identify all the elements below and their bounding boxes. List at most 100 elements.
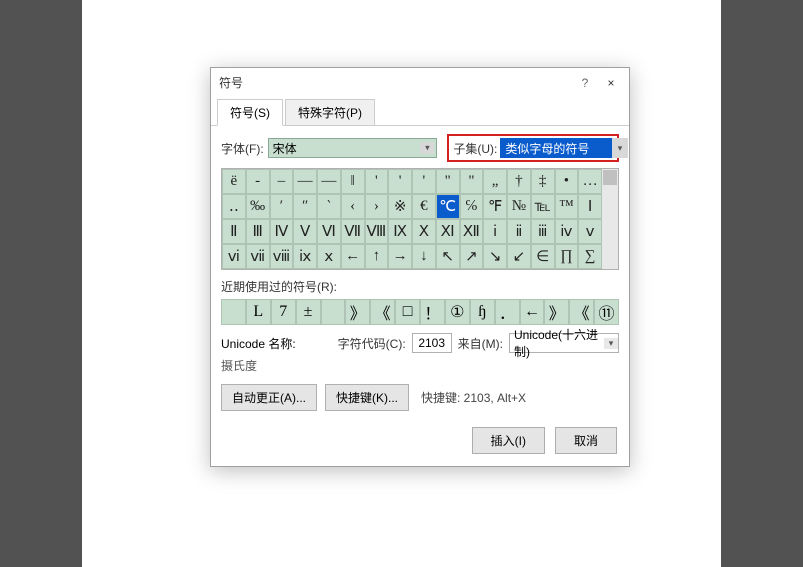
symbol-cell[interactable]: ℉ [483,194,507,219]
symbol-cell[interactable]: ⅰ [483,219,507,244]
symbol-cell[interactable]: „ [483,169,507,194]
recent-symbol-cell[interactable] [321,299,346,325]
symbol-cell[interactable]: → [388,244,412,269]
symbol-cell[interactable]: Ⅶ [341,219,365,244]
symbol-cell[interactable]: ‡ [531,169,555,194]
symbol-cell[interactable]: • [555,169,579,194]
symbol-cell[interactable]: ' [388,169,412,194]
symbol-cell[interactable]: № [507,194,531,219]
recent-symbol-cell[interactable]: 《 [370,299,395,325]
symbol-cell[interactable]: ⅱ [507,219,531,244]
symbol-cell[interactable]: ™ [555,194,579,219]
symbol-cell[interactable]: ∑ [578,244,602,269]
symbol-cell[interactable]: ' [412,169,436,194]
symbol-cell[interactable]: ↗ [460,244,484,269]
symbol-cell[interactable]: › [365,194,389,219]
symbol-cell[interactable]: " [460,169,484,194]
from-select[interactable]: Unicode(十六进制) ▾ [509,333,619,353]
symbol-cell[interactable]: ↙ [507,244,531,269]
symbol-cell[interactable]: ⅹ [317,244,341,269]
shortcut-key-button[interactable]: 快捷键(K)... [325,384,409,411]
scrollbar[interactable] [602,169,618,269]
symbol-cell[interactable]: ё [222,169,246,194]
tab-label: 特殊字符(P) [298,106,362,120]
symbol-grid-container: ё-‒――‖'''""„†‡•…‥‰′″‵‹›※€℃℅℉№℡™ⅠⅡⅢⅣⅤⅥⅦⅧⅨ… [221,168,619,270]
symbol-cell[interactable]: ↓ [412,244,436,269]
symbol-cell[interactable]: ⅴ [578,219,602,244]
recent-symbol-cell[interactable]: 》 [345,299,370,325]
symbol-cell[interactable]: Ⅰ [578,194,602,219]
symbol-cell[interactable]: " [436,169,460,194]
symbol-cell[interactable]: ‒ [270,169,294,194]
help-button[interactable]: ? [575,76,595,90]
subset-select[interactable]: 类似字母的符号 ▾ [500,138,613,158]
symbol-cell[interactable]: Ⅵ [317,219,341,244]
recent-symbol-cell[interactable]: ± [296,299,321,325]
symbol-cell[interactable]: … [578,169,602,194]
symbol-cell[interactable]: Ⅹ [412,219,436,244]
recent-symbol-cell[interactable]: □ [395,299,420,325]
symbol-cell[interactable]: ‥ [222,194,246,219]
recent-symbol-cell[interactable]: ← [520,299,545,325]
symbol-cell[interactable]: ℃ [436,194,460,219]
scroll-thumb[interactable] [603,170,617,185]
symbol-cell[interactable]: ‹ [341,194,365,219]
symbol-cell[interactable]: ′ [270,194,294,219]
symbol-cell[interactable]: ‰ [246,194,270,219]
symbol-cell[interactable]: ⅸ [293,244,317,269]
recent-symbol-cell[interactable]: L [246,299,271,325]
recent-symbol-cell[interactable]: ɧ [470,299,495,325]
symbol-cell[interactable]: ⅷ [270,244,294,269]
symbol-cell[interactable]: ↑ [365,244,389,269]
symbol-cell[interactable]: ℡ [531,194,555,219]
symbol-cell[interactable]: € [412,194,436,219]
symbol-cell[interactable]: Ⅺ [436,219,460,244]
symbol-cell[interactable]: ⅵ [222,244,246,269]
symbol-cell[interactable]: ⅲ [531,219,555,244]
symbol-cell[interactable]: ℅ [460,194,484,219]
symbol-cell[interactable]: Ⅳ [270,219,294,244]
recent-symbol-cell[interactable]: ． [495,299,520,325]
char-code-input[interactable] [412,333,452,353]
symbol-cell[interactable]: ⅳ [555,219,579,244]
symbol-cell[interactable]: ↖ [436,244,460,269]
symbol-cell[interactable]: Ⅻ [460,219,484,244]
tab-special[interactable]: 特殊字符(P) [285,99,375,125]
recent-symbol-cell[interactable]: 7 [271,299,296,325]
shortcut-text: 快捷键: 2103, Alt+X [421,389,526,406]
recent-symbol-cell[interactable]: 》 [544,299,569,325]
subset-value: 类似字母的符号 [505,140,589,157]
recent-symbol-cell[interactable]: 《 [569,299,594,325]
close-button[interactable]: × [601,76,621,90]
symbol-cell[interactable]: ― [317,169,341,194]
symbol-cell[interactable]: ″ [293,194,317,219]
symbol-cell[interactable]: ← [341,244,365,269]
symbol-cell[interactable]: Ⅲ [246,219,270,244]
symbol-cell[interactable]: ‵ [317,194,341,219]
autocorrect-button[interactable]: 自动更正(A)... [221,384,317,411]
tab-symbols[interactable]: 符号(S) [217,99,283,126]
symbol-cell[interactable]: ※ [388,194,412,219]
recent-symbol-cell[interactable] [221,299,246,325]
symbol-cell[interactable]: † [507,169,531,194]
symbol-cell[interactable]: ↘ [483,244,507,269]
recent-symbol-cell[interactable]: ！ [420,299,445,325]
recent-symbol-cell[interactable]: ① [445,299,470,325]
insert-button[interactable]: 插入(I) [472,427,545,454]
cancel-button[interactable]: 取消 [555,427,617,454]
symbol-cell[interactable]: Ⅸ [388,219,412,244]
symbol-cell[interactable]: ∈ [531,244,555,269]
from-label: 来自(M): [458,335,503,352]
symbol-cell[interactable]: ⅶ [246,244,270,269]
symbol-cell[interactable]: Ⅷ [365,219,389,244]
symbol-cell[interactable]: ― [293,169,317,194]
recent-symbol-cell[interactable]: ⑪ [594,299,619,325]
symbol-cell[interactable]: ' [365,169,389,194]
tab-label: 符号(S) [230,106,270,120]
font-select[interactable]: 宋体 ▾ [268,138,438,158]
symbol-cell[interactable]: ‖ [341,169,365,194]
symbol-cell[interactable]: Ⅱ [222,219,246,244]
symbol-cell[interactable]: ∏ [555,244,579,269]
symbol-cell[interactable]: - [246,169,270,194]
symbol-cell[interactable]: Ⅴ [293,219,317,244]
